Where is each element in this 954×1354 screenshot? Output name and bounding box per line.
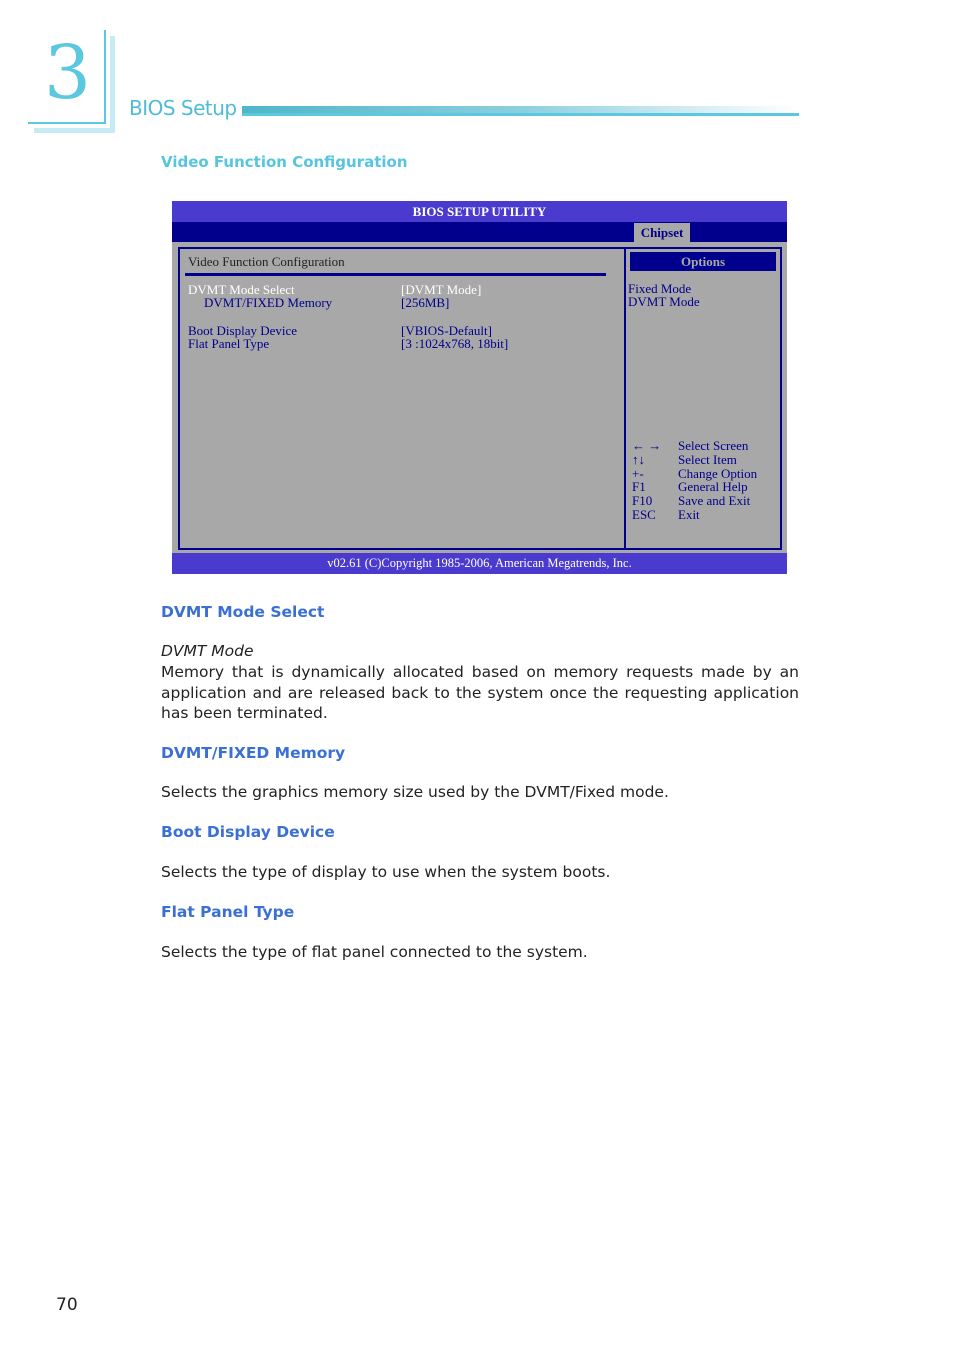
para-boot-display-device: Selects the type of display to use when …	[161, 863, 611, 881]
bios-item-flat-panel-type[interactable]: Flat Panel Type	[188, 337, 269, 350]
bios-option-dvmt-mode[interactable]: DVMT Mode	[628, 295, 700, 308]
heading-dvmt-mode-select: DVMT Mode Select	[161, 603, 325, 621]
subheading-dvmt-mode: DVMT Mode	[161, 642, 254, 660]
heading-dvmt-fixed-memory: DVMT/FIXED Memory	[161, 744, 346, 762]
para-dvmt-fixed-memory: Selects the graphics memory size used by…	[161, 783, 669, 801]
key-desc-save-and-exit: Save and Exit	[678, 493, 751, 508]
bios-screen: BIOS SETUP UTILITY Chipset Video Functio…	[172, 201, 787, 574]
chapter-number: 3	[44, 30, 92, 116]
para-dvmt-mode-select: Memory that is dynamically allocated bas…	[161, 663, 799, 722]
bios-value-flat-panel-type[interactable]: [3 :1024x768, 18bit]	[401, 337, 508, 350]
key-f1: F1	[632, 479, 646, 494]
tab-chipset[interactable]: Chipset	[634, 223, 690, 242]
key-desc-exit: Exit	[678, 507, 700, 522]
para-flat-panel-type: Selects the type of flat panel connected…	[161, 943, 588, 961]
key-desc-general-help: General Help	[678, 479, 748, 494]
key-f10: F10	[632, 493, 653, 508]
key-up-down-arrows: ↑↓	[632, 452, 645, 467]
key-esc: ESC	[632, 507, 656, 522]
key-desc-select-item: Select Item	[678, 452, 737, 467]
page-number: 70	[56, 1295, 78, 1315]
chapter-title: BIOS Setup	[129, 96, 237, 120]
bios-item-dvmt-fixed-memory[interactable]: DVMT/FIXED Memory	[204, 296, 332, 309]
bios-value-dvmt-fixed-memory[interactable]: [256MB]	[401, 296, 449, 309]
bios-title-bar: BIOS SETUP UTILITY	[172, 201, 787, 222]
section-title: Video Function Configuration	[161, 153, 408, 171]
chapter-rule-underline	[242, 113, 799, 116]
bios-copyright-footer: v02.61 (C)Copyright 1985-2006, American …	[172, 553, 787, 574]
heading-flat-panel-type: Flat Panel Type	[161, 903, 295, 921]
bios-options-header: Options	[630, 252, 776, 271]
bios-section-rule	[185, 273, 606, 276]
bios-panel-divider	[624, 249, 626, 548]
key-desc-select-screen: Select Screen	[678, 438, 749, 453]
bios-main-frame: Video Function Configuration DVMT Mode S…	[178, 247, 782, 550]
bios-tab-bar: Chipset	[172, 222, 787, 242]
heading-boot-display-device: Boot Display Device	[161, 823, 335, 841]
bios-section-label: Video Function Configuration	[188, 254, 345, 269]
key-left-right-arrows: ← →	[632, 438, 662, 453]
